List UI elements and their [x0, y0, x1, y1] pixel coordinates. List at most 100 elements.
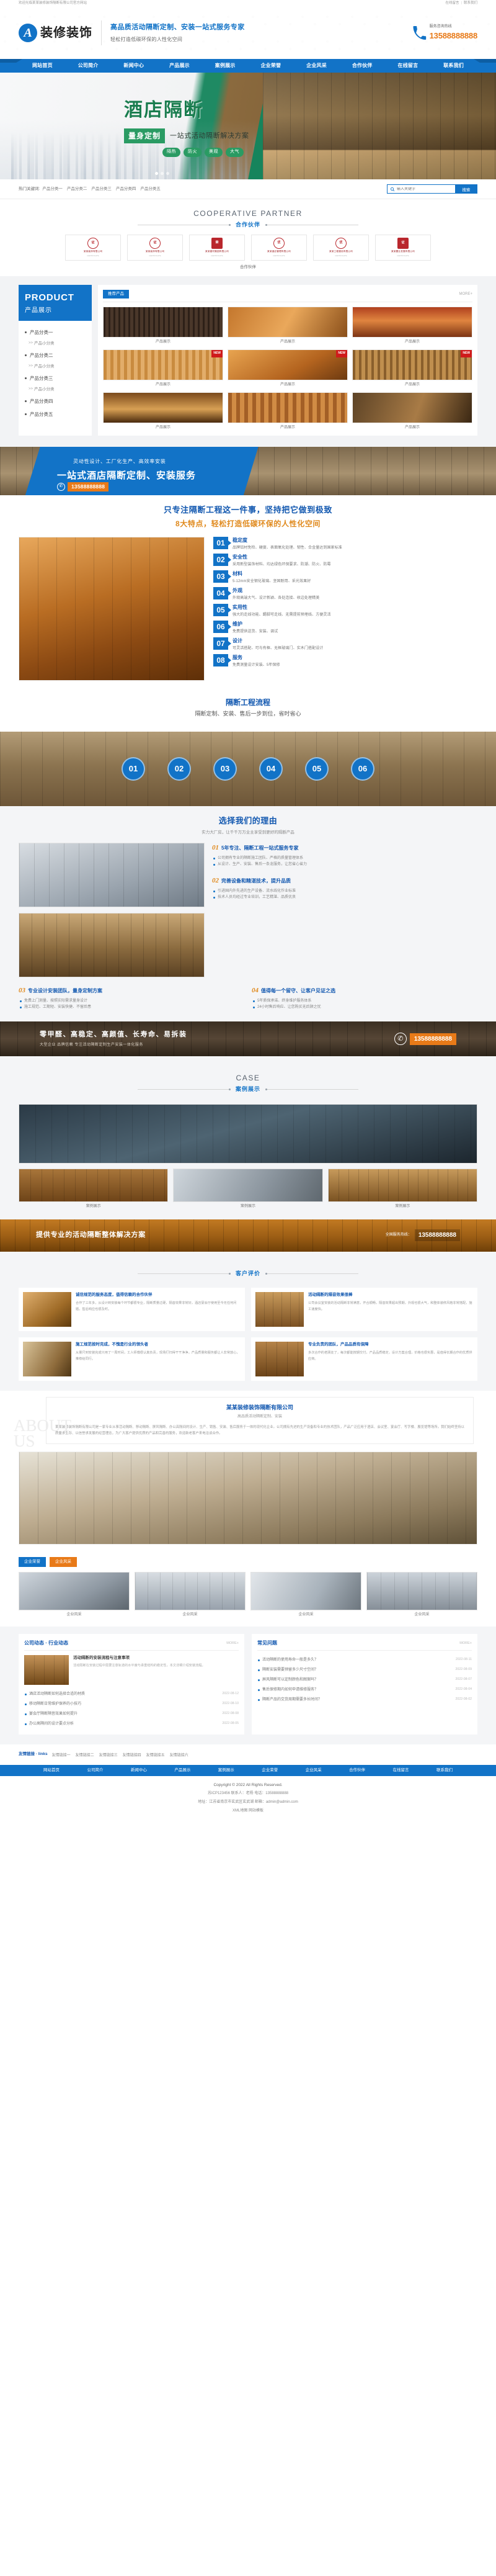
product-item-8[interactable]: 产品展示	[352, 392, 472, 431]
news-left-more[interactable]: MORE+	[226, 1641, 239, 1646]
honor-tab-1[interactable]: 企业风采	[50, 1557, 77, 1567]
news-featured[interactable]: 活动隔断的安装流程与注意事项 活动隔断在安装过程中需要注意轨道的水平度与承重结构…	[24, 1655, 239, 1685]
product-category-label[interactable]: 产品分类二	[24, 349, 86, 362]
footer-nav-item-5[interactable]: 企业荣誉	[262, 1767, 278, 1774]
news-left-list[interactable]: 酒店活动隔断如何选择合适的材质 2022-08-12 移动隔断日常维护保养的小技巧 2…	[24, 1689, 239, 1729]
nav-item-5[interactable]: 企业荣誉	[260, 62, 281, 70]
nav-item-6[interactable]: 企业风采	[306, 62, 327, 70]
product-item-2[interactable]: 产品展示	[352, 307, 472, 345]
product-grid[interactable]: 产品展示 产品展示 产品展示 NEW 产品展示 NEW 产品展示 NEW 产品展示 产品展示 产品展…	[103, 307, 472, 431]
honor-item-0[interactable]: 企业风采	[19, 1572, 130, 1618]
partner-card-4[interactable]: 优某某工程建设有限公司 CERTIFICATE	[313, 234, 369, 261]
news-right-item-4[interactable]: 隔断产品的交货周期需要多长时间？ 2022-08-02	[257, 1695, 472, 1705]
partner-card-0[interactable]: 证某某装饰有限公司 CERTIFICATE	[65, 234, 121, 261]
product-category-4[interactable]: 产品分类五	[24, 408, 86, 421]
case-item-0[interactable]: 案例展示	[19, 1168, 169, 1209]
product-subcategory-label[interactable]: 产品小分类	[24, 362, 86, 372]
product-category-label[interactable]: 产品分类五	[24, 408, 86, 421]
hero-banner[interactable]: 酒店隔断 量身定制 一站式活动隔断解决方案 隔热 防火 美观 大气	[0, 73, 496, 179]
reviews-grid[interactable]: 诚信规范的服务态度，值得信赖的合作伙伴 合作了三年多，从设计到安装每个环节都很专业…	[19, 1288, 477, 1381]
friendlink-3[interactable]: 友情链接四	[123, 1754, 141, 1757]
case-item-2[interactable]: 案例展示	[327, 1168, 477, 1209]
review-card-3[interactable]: 专业负责的团队，产品品质有保障 多次合作的老朋友了，每次都能按期交付，产品品质稳定…	[251, 1337, 477, 1381]
product-category-0[interactable]: 产品分类一产品小分类	[24, 326, 86, 349]
footer-nav-item-8[interactable]: 在线留言	[393, 1767, 409, 1774]
news-right-more[interactable]: MORE+	[459, 1641, 472, 1646]
product-category-2[interactable]: 产品分类三产品小分类	[24, 372, 86, 395]
news-right-item-2[interactable]: 屏风隔断可以定制颜色和图案吗？ 2022-08-07	[257, 1675, 472, 1685]
review-card-0[interactable]: 诚信规范的服务态度，值得信赖的合作伙伴 合作了三年多，从设计到安装每个环节都很专业…	[19, 1288, 245, 1332]
news-right-item-1[interactable]: 隔断安装需要预留多少尺寸空间？ 2022-08-09	[257, 1665, 472, 1675]
search-box[interactable]: 搜索	[387, 184, 477, 194]
footer-nav-item-4[interactable]: 案例展示	[218, 1767, 234, 1774]
footer-nav-item-7[interactable]: 合作伙伴	[349, 1767, 365, 1774]
nav-item-0[interactable]: 网站首页	[32, 62, 53, 70]
process-step-2[interactable]: 03	[213, 757, 237, 781]
nav-item-2[interactable]: 新闻中心	[123, 62, 144, 70]
process-step-3[interactable]: 04	[259, 757, 283, 781]
ad-banner-solution[interactable]: 提供专业的活动隔断整体解决方案 全国服务热线： 13588888888	[0, 1219, 496, 1252]
product-item-6[interactable]: 产品展示	[103, 392, 223, 431]
friendlink-1[interactable]: 友情链接二	[76, 1754, 94, 1757]
case-grid[interactable]: 案例展示 案例展示 案例展示	[19, 1168, 477, 1209]
topbar-link-contact[interactable]: 联系我们	[464, 1, 477, 5]
nav-item-7[interactable]: 合作伙伴	[352, 62, 373, 70]
case-item-1[interactable]: 案例展示	[173, 1168, 323, 1209]
review-card-1[interactable]: 活动隔断的隔音效果很棒 公司会议室安装的活动隔断非常满意，开合顺畅，隔音效果超出预…	[251, 1288, 477, 1332]
product-more-link[interactable]: MORE+	[459, 292, 472, 297]
footer-nav-item-6[interactable]: 企业风采	[306, 1767, 322, 1774]
process-steps[interactable]: 01 02 03 04 05 06	[0, 732, 496, 806]
product-item-5[interactable]: NEW 产品展示	[352, 349, 472, 388]
keyword-link-3[interactable]: 产品分类四	[116, 186, 136, 192]
product-tab-recommended[interactable]: 推荐产品	[103, 290, 129, 298]
site-logo[interactable]: A 装修装饰	[19, 24, 92, 42]
partner-card-2[interactable]: 荣某某建材集团有限公司 CERTIFICATE	[189, 234, 245, 261]
process-step-4[interactable]: 05	[305, 757, 329, 781]
product-item-3[interactable]: NEW 产品展示	[103, 349, 223, 388]
footer-navigation[interactable]: 网站首页 公司简介 新闻中心 产品展示 案例展示 企业荣誉 企业风采 合作伙伴 在线留言 联系我们	[0, 1764, 496, 1776]
product-category-label[interactable]: 产品分类三	[24, 372, 86, 385]
product-category-1[interactable]: 产品分类二产品小分类	[24, 349, 86, 372]
product-category-label[interactable]: 产品分类一	[24, 326, 86, 339]
process-step-5[interactable]: 06	[351, 757, 374, 781]
partner-card-3[interactable]: 优某某酒店管理有限公司 CERTIFICATE	[251, 234, 307, 261]
main-navigation[interactable]: 网站首页 公司简介 新闻中心 产品展示 案例展示 企业荣誉 企业风采 合作伙伴 在线留言 联系我们	[0, 59, 496, 73]
footer-nav-item-0[interactable]: 网站首页	[43, 1767, 60, 1774]
friendlink-0[interactable]: 友情链接一	[52, 1754, 71, 1757]
product-subcategory-label[interactable]: 产品小分类	[24, 339, 86, 349]
keyword-link-0[interactable]: 产品分类一	[42, 186, 63, 192]
partner-card-1[interactable]: 证某某装饰有限公司 CERTIFICATE	[127, 234, 183, 261]
banner-dot-0[interactable]	[155, 172, 158, 175]
nav-item-8[interactable]: 在线留言	[398, 62, 418, 70]
product-subcategory-label[interactable]: 产品小分类	[24, 385, 86, 395]
process-step-0[interactable]: 01	[122, 757, 145, 781]
honor-item-2[interactable]: 企业风采	[250, 1572, 361, 1618]
product-item-0[interactable]: 产品展示	[103, 307, 223, 345]
news-left-item-3[interactable]: 办公高隔间的设计要点分析 2022-08-05	[24, 1719, 239, 1729]
ad3-hotline[interactable]: 全国服务热线： 13588888888	[386, 1229, 460, 1242]
ad-banner-quality[interactable]: 零甲醛、高稳定、高颜值、长寿命、易拆装 大型企业 品牌信赖 专注活动隔断定制生产…	[0, 1021, 496, 1057]
footer-nav-item-9[interactable]: 联系我们	[436, 1767, 453, 1774]
product-item-4[interactable]: NEW 产品展示	[228, 349, 348, 388]
product-category-list[interactable]: 产品分类一产品小分类产品分类二产品小分类产品分类三产品小分类产品分类四产品分类五	[19, 321, 92, 430]
news-right-item-0[interactable]: 活动隔断的使用寿命一般是多久？ 2022-08-11	[257, 1655, 472, 1665]
case-hero-image[interactable]	[19, 1103, 477, 1164]
keyword-links[interactable]: 产品分类一 产品分类二 产品分类三 产品分类四 产品分类五	[42, 186, 161, 192]
search-button[interactable]: 搜索	[455, 184, 477, 194]
review-card-2[interactable]: 施工规范按时完成，不愧是行业的领头者 从量尺到安装完成只用了一周时间，工人师傅很认…	[19, 1337, 245, 1381]
nav-item-9[interactable]: 联系我们	[443, 62, 464, 70]
product-category-3[interactable]: 产品分类四	[24, 395, 86, 408]
ad-banner-service[interactable]: 灵动性设计、工厂化生产、高效率安装 一站式酒店隔断定制、安装服务 ✆ 13588…	[0, 447, 496, 495]
honor-item-3[interactable]: 企业风采	[366, 1572, 477, 1618]
footer-nav-item-2[interactable]: 新闻中心	[131, 1767, 147, 1774]
search-input[interactable]	[397, 187, 453, 191]
topbar-link-message[interactable]: 在线留言	[446, 1, 459, 5]
nav-item-1[interactable]: 公司简介	[78, 62, 99, 70]
ad1-hotline[interactable]: ✆ 13588888888	[57, 482, 109, 491]
keyword-link-1[interactable]: 产品分类二	[67, 186, 87, 192]
partner-grid[interactable]: 证某某装饰有限公司 CERTIFICATE 证某某装饰有限公司 CERTIFICATE…	[19, 234, 477, 261]
honor-tab-0[interactable]: 企业荣誉	[19, 1557, 46, 1567]
honor-item-1[interactable]: 企业风采	[135, 1572, 246, 1618]
footer-sitemap[interactable]: XML地图 网站模板	[0, 1808, 496, 1814]
news-right-list[interactable]: 活动隔断的使用寿命一般是多久？ 2022-08-11 隔断安装需要预留多少尺寸空间？…	[257, 1655, 472, 1705]
